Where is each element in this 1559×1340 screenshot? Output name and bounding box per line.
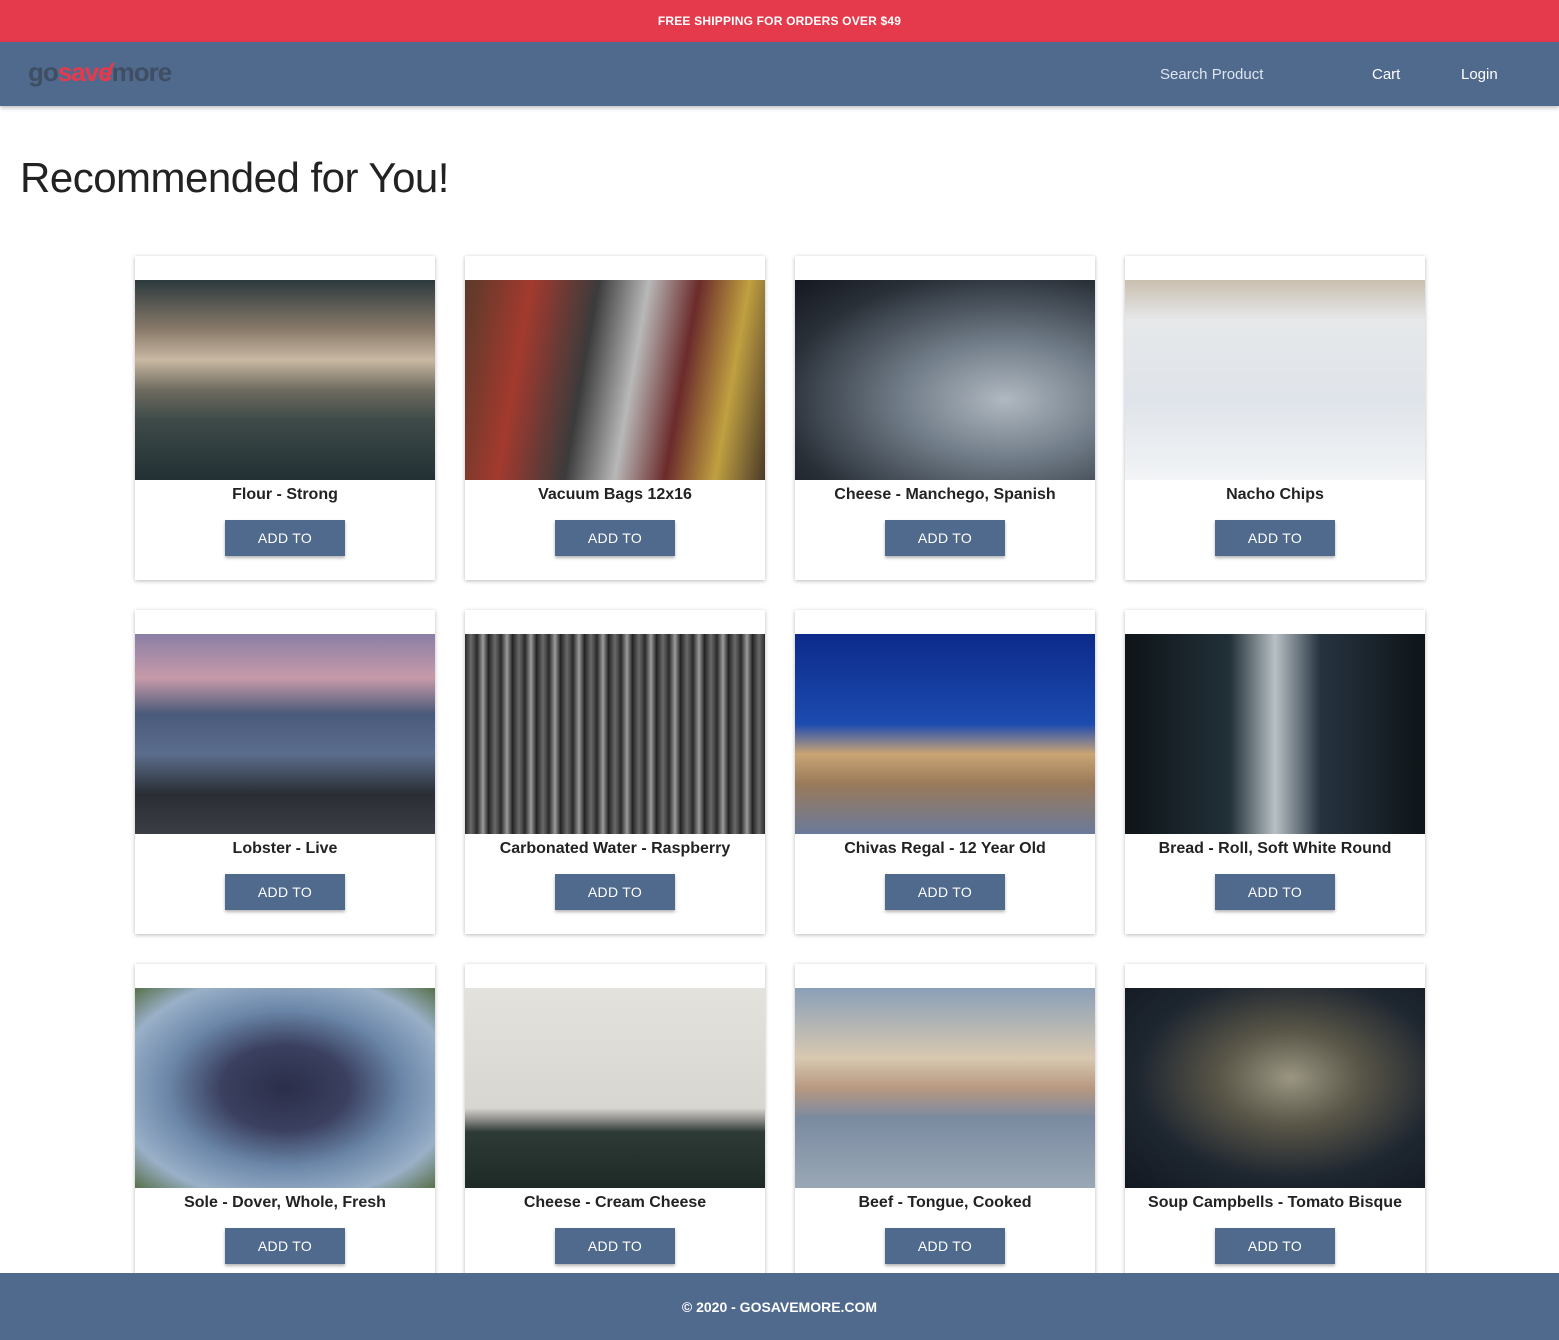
product-name: Beef - Tongue, Cooked xyxy=(858,1194,1032,1211)
product-card: Nacho Chips ADD TO xyxy=(1125,256,1425,580)
product-card: Lobster - Live ADD TO xyxy=(135,610,435,934)
logo-part-more: more xyxy=(111,56,173,87)
login-link[interactable]: Login xyxy=(1461,42,1498,106)
product-card: Flour - Strong ADD TO xyxy=(135,256,435,580)
add-to-cart-button[interactable]: ADD TO xyxy=(555,1228,675,1264)
product-image[interactable] xyxy=(1125,634,1425,834)
product-image[interactable] xyxy=(465,634,765,834)
product-name: Soup Campbells - Tomato Bisque xyxy=(1148,1194,1402,1211)
search-product-link[interactable]: Search Product xyxy=(1160,42,1263,106)
product-image[interactable] xyxy=(135,988,435,1188)
product-name: Bread - Roll, Soft White Round xyxy=(1158,840,1392,857)
product-image[interactable] xyxy=(1125,988,1425,1188)
product-card: Carbonated Water - Raspberry ADD TO xyxy=(465,610,765,934)
product-grid: Flour - Strong ADD TO Vacuum Bags 12x16 … xyxy=(135,256,1425,1288)
product-image[interactable] xyxy=(135,280,435,480)
add-to-cart-button[interactable]: ADD TO xyxy=(1215,520,1335,556)
product-name: Vacuum Bags 12x16 xyxy=(538,486,692,503)
logo-part-go: go xyxy=(28,56,59,87)
product-image[interactable] xyxy=(465,280,765,480)
add-to-cart-button[interactable]: ADD TO xyxy=(885,1228,1005,1264)
product-image[interactable] xyxy=(1125,280,1425,480)
product-image[interactable] xyxy=(465,988,765,1188)
product-name: Lobster - Live xyxy=(232,840,338,857)
promo-text: FREE SHIPPING FOR ORDERS OVER $49 xyxy=(657,14,902,28)
add-to-cart-button[interactable]: ADD TO xyxy=(1215,874,1335,910)
product-card: Bread - Roll, Soft White Round ADD TO xyxy=(1125,610,1425,934)
product-image[interactable] xyxy=(795,634,1095,834)
add-to-cart-button[interactable]: ADD TO xyxy=(1215,1228,1335,1264)
add-to-cart-button[interactable]: ADD TO xyxy=(225,520,345,556)
copyright-text: © 2020 - GOSAVEMORE.COM xyxy=(681,1298,878,1315)
product-name: Cheese - Manchego, Spanish xyxy=(834,486,1056,503)
footer: © 2020 - GOSAVEMORE.COM xyxy=(0,1273,1559,1340)
product-name: Carbonated Water - Raspberry xyxy=(499,840,731,857)
page-title: Recommended for You! xyxy=(20,154,449,201)
add-to-cart-button[interactable]: ADD TO xyxy=(555,874,675,910)
product-card: Cheese - Cream Cheese ADD TO xyxy=(465,964,765,1288)
product-name: Flour - Strong xyxy=(232,486,338,503)
product-card: Chivas Regal - 12 Year Old ADD TO xyxy=(795,610,1095,934)
product-image[interactable] xyxy=(135,634,435,834)
product-name: Nacho Chips xyxy=(1226,486,1324,503)
product-card: Vacuum Bags 12x16 ADD TO xyxy=(465,256,765,580)
add-to-cart-button[interactable]: ADD TO xyxy=(225,1228,345,1264)
product-card: Sole - Dover, Whole, Fresh ADD TO xyxy=(135,964,435,1288)
cart-link[interactable]: Cart xyxy=(1372,42,1400,106)
navbar: go save more Search Product Cart Login xyxy=(0,42,1559,106)
product-image[interactable] xyxy=(795,280,1095,480)
product-name: Sole - Dover, Whole, Fresh xyxy=(184,1194,386,1211)
product-card: Beef - Tongue, Cooked ADD TO xyxy=(795,964,1095,1288)
product-image[interactable] xyxy=(795,988,1095,1188)
add-to-cart-button[interactable]: ADD TO xyxy=(885,874,1005,910)
logo[interactable]: go save more xyxy=(28,56,173,88)
product-name: Cheese - Cream Cheese xyxy=(523,1194,707,1211)
promo-banner: FREE SHIPPING FOR ORDERS OVER $49 xyxy=(0,0,1559,42)
add-to-cart-button[interactable]: ADD TO xyxy=(225,874,345,910)
product-name: Chivas Regal - 12 Year Old xyxy=(844,840,1046,857)
logo-part-save: save xyxy=(58,57,123,88)
add-to-cart-button[interactable]: ADD TO xyxy=(885,520,1005,556)
product-card: Soup Campbells - Tomato Bisque ADD TO xyxy=(1125,964,1425,1288)
add-to-cart-button[interactable]: ADD TO xyxy=(555,520,675,556)
product-card: Cheese - Manchego, Spanish ADD TO xyxy=(795,256,1095,580)
